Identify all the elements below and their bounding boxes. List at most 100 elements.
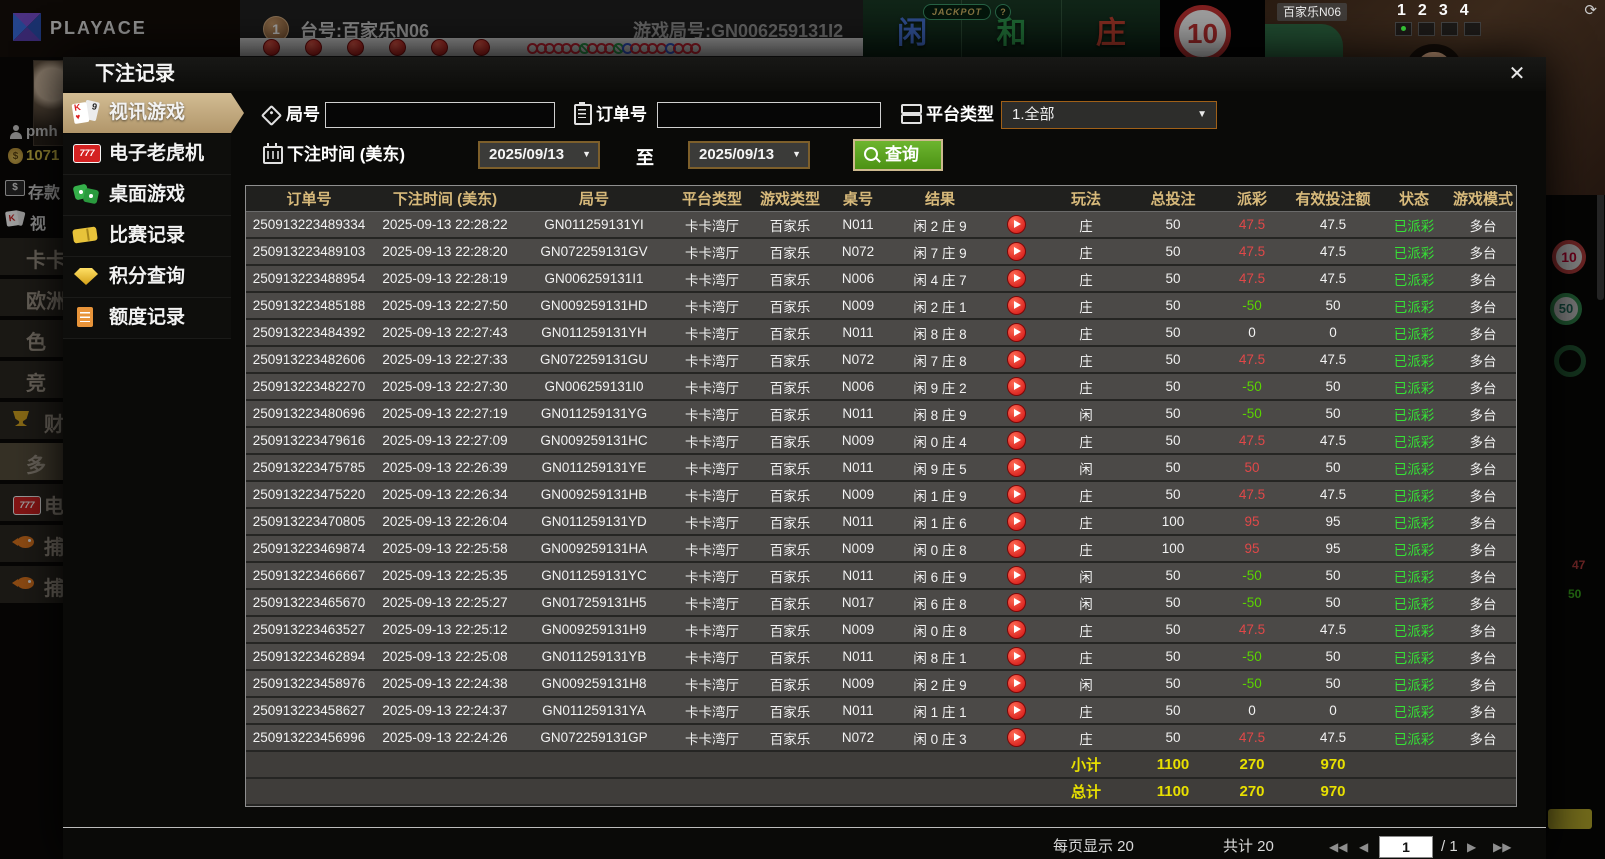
status-badge: 已派彩 — [1393, 515, 1435, 531]
replay-button[interactable] — [1006, 512, 1026, 531]
sidebar-item-label: 额度记录 — [109, 307, 186, 328]
cell-round: GN011259131YE — [518, 454, 670, 482]
replay-button[interactable] — [1006, 431, 1026, 450]
jackpot-help-icon[interactable]: ? — [995, 4, 1011, 20]
cell-time: 2025-09-13 22:24:26 — [372, 724, 518, 752]
sidebar-item-3[interactable]: 桌面游戏 — [63, 175, 231, 216]
cell-replay — [990, 535, 1042, 563]
page-number-input[interactable]: 1 — [1379, 836, 1433, 858]
refresh-icon[interactable]: ⟳ — [1584, 1, 1597, 19]
video-games-label: 视 — [30, 216, 47, 233]
replay-button[interactable] — [1006, 485, 1026, 504]
replay-button[interactable] — [1006, 377, 1026, 396]
cell-payout: 47.5 — [1216, 481, 1288, 509]
replay-button[interactable] — [1006, 566, 1026, 585]
table-header-row: 订单号 下注时间 (美东) 局号 平台类型 游戏类型 桌号 结果 玩法 总投注 派彩 有效投注额 状态… — [246, 186, 1516, 212]
first-page-button[interactable]: ◀◀ — [1329, 836, 1347, 858]
replay-button[interactable] — [1006, 215, 1026, 234]
replay-button[interactable] — [1006, 620, 1026, 639]
cell-replay — [990, 211, 1042, 239]
cell-order: 250913223482606 — [246, 346, 372, 374]
cell-valid-bet: 47.5 — [1288, 724, 1378, 752]
next-page-button[interactable]: ▶ — [1467, 836, 1476, 858]
background-menu-item[interactable]: 捕 — [0, 566, 63, 603]
background-menu-item[interactable]: 竞 — [0, 361, 63, 398]
replay-button[interactable] — [1006, 350, 1026, 369]
date-to-value: 2025/09/13 — [699, 146, 775, 163]
chip-ring-icon — [1554, 345, 1586, 377]
result-marker-icon — [305, 39, 322, 56]
cell-round: GN009259131HD — [518, 292, 670, 320]
close-icon[interactable]: ✕ — [1504, 61, 1530, 87]
platform-select[interactable]: 1.全部 — [1001, 101, 1217, 129]
background-menu-item[interactable]: 色 — [0, 320, 63, 357]
cell-valid-bet: 47.5 — [1288, 427, 1378, 455]
payout-value: 47.5 — [1238, 487, 1266, 502]
camera-number[interactable]: 1 — [1397, 2, 1406, 20]
status-badge: 已派彩 — [1393, 218, 1435, 234]
replay-button[interactable] — [1006, 242, 1026, 261]
order-input[interactable] — [657, 102, 881, 128]
cell-mode: 多台 — [1450, 427, 1516, 455]
background-menu-item[interactable]: 卡卡 — [0, 238, 63, 275]
cell-replay — [990, 697, 1042, 725]
bet-zone-banker[interactable]: 庄 — [1062, 0, 1160, 57]
replay-button[interactable] — [1006, 701, 1026, 720]
payout-value: 47.5 — [1238, 433, 1266, 448]
status-badge: 已派彩 — [1393, 272, 1435, 288]
background-menu-item[interactable]: 777 电 — [0, 484, 63, 521]
date-to-picker[interactable]: 2025/09/13 — [688, 141, 810, 169]
round-input[interactable] — [325, 102, 555, 128]
camera-number[interactable]: 4 — [1460, 2, 1469, 20]
prev-page-button[interactable]: ◀ — [1359, 836, 1368, 858]
deposit-row[interactable]: $ 存款 — [0, 179, 63, 202]
background-menu-item[interactable]: 财 — [0, 402, 63, 439]
replay-button[interactable] — [1006, 323, 1026, 342]
date-from-picker[interactable]: 2025/09/13 — [478, 141, 600, 169]
cell-total-bet: 50 — [1130, 292, 1216, 320]
payout-value: -50 — [1242, 649, 1262, 664]
video-games-row[interactable]: 视 — [0, 210, 63, 233]
status-badge: 已派彩 — [1393, 434, 1435, 450]
cell-table: N009 — [826, 670, 890, 698]
replay-button[interactable] — [1006, 647, 1026, 666]
cell-time: 2025-09-13 22:24:37 — [372, 697, 518, 725]
cell-table: N072 — [826, 346, 890, 374]
replay-button[interactable] — [1006, 539, 1026, 558]
background-menu-item[interactable]: 欧洲 — [0, 279, 63, 316]
cell-replay — [990, 562, 1042, 590]
sidebar-item-label: 比赛记录 — [109, 225, 186, 246]
cell-round: GN006259131I1 — [518, 265, 670, 293]
search-button[interactable]: 查询 — [853, 139, 943, 171]
replay-button[interactable] — [1006, 404, 1026, 423]
cell-time: 2025-09-13 22:28:22 — [372, 211, 518, 239]
sidebar-item-5[interactable]: 积分查询 — [63, 257, 231, 298]
payout-value: -50 — [1242, 298, 1262, 313]
cell-order: 250913223470805 — [246, 508, 372, 536]
sidebar-item-6[interactable]: 额度记录 — [63, 298, 231, 339]
camera-number[interactable]: 2 — [1418, 2, 1427, 20]
sidebar-item-label: 视讯游戏 — [109, 102, 186, 123]
cell-payout: 47.5 — [1216, 724, 1288, 752]
sidebar-item-4[interactable]: 比赛记录 — [63, 216, 231, 257]
replay-button[interactable] — [1006, 674, 1026, 693]
cell-total-bet: 50 — [1130, 454, 1216, 482]
replay-button[interactable] — [1006, 269, 1026, 288]
bet-records-modal: 下注记录 ✕ 9 K ♥ 视讯游戏 777 电子老虎机 桌面游戏 比赛记录 积分查询 额度记录 局… — [63, 57, 1546, 859]
replay-button[interactable] — [1006, 458, 1026, 477]
cell-order: 250913223482270 — [246, 373, 372, 401]
replay-button[interactable] — [1006, 728, 1026, 747]
road-strip — [240, 38, 863, 56]
replay-button[interactable] — [1006, 296, 1026, 315]
cell-round: GN011259131YI — [518, 211, 670, 239]
background-menu-label: 财 — [44, 414, 63, 436]
cell-game: 百家乐 — [754, 481, 826, 509]
camera-number[interactable]: 3 — [1439, 2, 1448, 20]
cell-round: GN009259131H8 — [518, 670, 670, 698]
background-menu-item[interactable]: 捕 — [0, 525, 63, 562]
sidebar-item-1[interactable]: 9 K ♥ 视讯游戏 — [63, 93, 244, 133]
background-menu-item[interactable]: 多 — [0, 443, 63, 480]
replay-button[interactable] — [1006, 593, 1026, 612]
sidebar-item-2[interactable]: 777 电子老虎机 — [63, 134, 231, 175]
last-page-button[interactable]: ▶▶ — [1493, 836, 1511, 858]
